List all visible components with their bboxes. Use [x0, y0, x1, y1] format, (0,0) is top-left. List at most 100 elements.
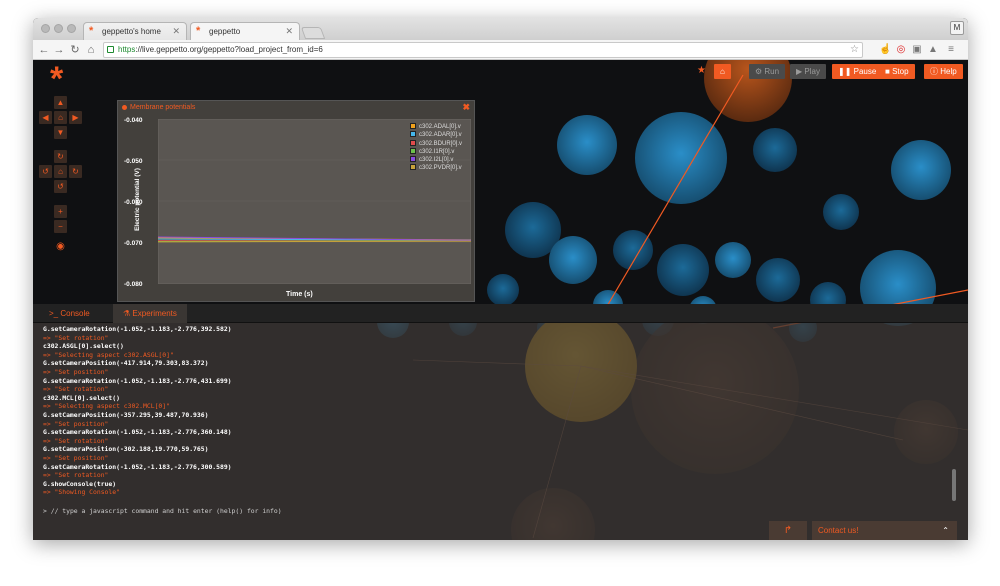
- legend-swatch: [410, 147, 416, 154]
- pan-left-icon[interactable]: ◀: [39, 111, 52, 124]
- share-button[interactable]: ↱: [769, 521, 807, 540]
- chart-legend: c302.ADAL[0].v c302.ADAR[0].v c302.BDUR[0]…: [410, 123, 466, 173]
- rotate-home-icon[interactable]: ⌂: [54, 165, 67, 178]
- console-result-line: => "Showing Console": [43, 488, 120, 497]
- pause-label: Pause: [853, 67, 877, 76]
- console-command-line: G.setCameraPosition(-417.914,79.303,83.3…: [43, 359, 209, 368]
- back-icon[interactable]: ←: [37, 42, 51, 58]
- membrane-potentials-widget[interactable]: Membrane potentials ✖ -0.040 -0.050 -0.0…: [117, 100, 475, 302]
- github-icon[interactable]: ◉: [54, 240, 67, 253]
- favorite-star-icon[interactable]: ★: [697, 65, 706, 76]
- browser-toolbar: ← → ↻ ⌂ https://live.geppetto.org/geppet…: [33, 40, 968, 60]
- geppetto-favicon-icon: *: [89, 25, 94, 37]
- close-window-button[interactable]: [41, 24, 50, 33]
- pause-button[interactable]: ❚❚ Pause: [832, 64, 883, 79]
- neuron-sphere[interactable]: [657, 244, 709, 296]
- browser-tab-geppetto[interactable]: * geppetto ✕: [190, 22, 300, 40]
- neuron-sphere[interactable]: [487, 274, 519, 306]
- rotate-down-icon[interactable]: ↺: [54, 180, 67, 193]
- widget-title[interactable]: Membrane potentials: [122, 104, 195, 111]
- opera-extension-icon[interactable]: ◎: [895, 43, 907, 56]
- bookmark-star-icon[interactable]: ☆: [850, 43, 859, 57]
- pan-home-icon[interactable]: ⌂: [54, 111, 67, 124]
- pan-right-icon[interactable]: ▶: [69, 111, 82, 124]
- tab-console[interactable]: >_ Console: [39, 304, 100, 323]
- neuron-sphere[interactable]: [891, 140, 951, 200]
- pan-down-icon[interactable]: ▼: [54, 126, 67, 139]
- tab-experiments-label: Experiments: [132, 309, 177, 318]
- tab-experiments[interactable]: ⚗ Experiments: [113, 304, 187, 323]
- legend-swatch: [410, 131, 416, 138]
- console-command-line: G.setCameraRotation(-1.052,-1.183,-2.776…: [43, 325, 232, 333]
- home-button[interactable]: ⌂: [714, 64, 731, 79]
- neuron-sphere[interactable]: [549, 236, 597, 284]
- play-button[interactable]: ▶ Play: [790, 64, 826, 79]
- home-icon[interactable]: ⌂: [84, 42, 98, 58]
- extension-drive-icon[interactable]: ▲: [927, 43, 939, 56]
- legend-label: c302.ADAR[0].v: [419, 132, 462, 139]
- neuron-sphere[interactable]: [756, 258, 800, 302]
- close-widget-icon[interactable]: ✖: [462, 102, 470, 113]
- browser-tab-home[interactable]: * geppetto's home ✕: [83, 22, 187, 40]
- console-command-line: c302.ASGL[0].select(): [43, 342, 124, 351]
- extension-hand-icon[interactable]: ☝: [879, 43, 891, 56]
- y-tick-label: -0.080: [124, 281, 143, 288]
- chevron-up-icon[interactable]: ⌃: [942, 521, 949, 540]
- flask-icon: ⚗: [123, 309, 133, 318]
- legend-entry[interactable]: c302.ADAL[0].v: [410, 123, 466, 131]
- console-result-line: => "Set rotation": [43, 471, 109, 480]
- geppetto-logo[interactable]: *: [50, 62, 63, 96]
- pan-up-icon[interactable]: ▲: [54, 96, 67, 109]
- legend-entry[interactable]: c302.ADAR[0].v: [410, 131, 466, 139]
- geppetto-favicon-icon: *: [196, 25, 201, 37]
- close-tab-icon[interactable]: ✕: [285, 26, 293, 37]
- neuron-sphere[interactable]: [557, 115, 617, 175]
- run-label: Run: [764, 67, 780, 76]
- console-command-line: G.setCameraPosition(-302.188,19.770,59.7…: [43, 445, 209, 454]
- neuron-sphere[interactable]: [823, 194, 859, 230]
- profile-button[interactable]: M: [950, 21, 964, 35]
- neuron-sphere[interactable]: [715, 242, 751, 278]
- stop-label: Stop: [892, 67, 909, 76]
- tab-strip: * geppetto's home ✕ * geppetto ✕ M: [33, 18, 968, 40]
- new-tab-button[interactable]: [300, 27, 326, 39]
- console-result-line: => "Set rotation": [43, 385, 109, 394]
- info-icon: ⓘ: [930, 67, 941, 76]
- minimize-window-button[interactable]: [54, 24, 63, 33]
- rotate-left-icon[interactable]: ↺: [39, 165, 52, 178]
- console-result-line: => "Selecting aspect c302.ASGL[0]": [43, 350, 174, 359]
- console-result-line: => "Selecting aspect c302.MCL[0]": [43, 402, 170, 411]
- console-scrollbar[interactable]: [952, 469, 956, 501]
- menu-icon[interactable]: ≡: [945, 43, 957, 56]
- console-input[interactable]: > // type a javascript command and hit e…: [43, 507, 282, 515]
- stop-button[interactable]: ■ Stop: [879, 64, 915, 79]
- address-bar[interactable]: https://live.geppetto.org/geppetto?load_…: [103, 42, 863, 58]
- zoom-out-icon[interactable]: −: [54, 220, 67, 233]
- console-result-line: => "Set position": [43, 367, 109, 376]
- reload-icon[interactable]: ↻: [68, 42, 82, 58]
- neuron-sphere[interactable]: [753, 128, 797, 172]
- legend-entry[interactable]: c302.BDUR[0].v: [410, 139, 466, 148]
- rotate-up-icon[interactable]: ↻: [54, 150, 67, 163]
- help-label: Help: [940, 67, 957, 76]
- extension-box-icon[interactable]: ▣: [911, 43, 923, 56]
- legend-entry[interactable]: c302.PVDR[0].v: [410, 164, 466, 172]
- help-button[interactable]: ⓘ Help: [924, 64, 963, 79]
- console-command-line: G.setCameraPosition(-357.295,39.487,70.9…: [43, 410, 209, 419]
- zoom-in-icon[interactable]: +: [54, 205, 67, 218]
- legend-entry[interactable]: c302.I2L[0].v: [410, 156, 466, 164]
- neuron-sphere[interactable]: [613, 230, 653, 270]
- zoom-window-button[interactable]: [67, 24, 76, 33]
- forward-icon[interactable]: →: [52, 42, 66, 58]
- rotate-right-icon[interactable]: ↻: [69, 165, 82, 178]
- console-panel[interactable]: G.setCameraRotation(-1.052,-1.183,-2.776…: [33, 323, 968, 540]
- gears-icon: ⚙: [755, 67, 765, 76]
- widget-dot-icon: [122, 104, 127, 110]
- legend-entry[interactable]: c302.I1R[0].v: [410, 147, 466, 156]
- close-tab-icon[interactable]: ✕: [172, 26, 180, 37]
- console-result-line: => "Set rotation": [43, 436, 109, 445]
- run-button[interactable]: ⚙ Run: [749, 64, 786, 79]
- legend-label: c302.PVDR[0].v: [419, 165, 462, 172]
- contact-us-button[interactable]: Contact us! ⌃: [812, 521, 957, 540]
- console-command-line: G.setCameraRotation(-1.052,-1.183,-2.776…: [43, 376, 232, 385]
